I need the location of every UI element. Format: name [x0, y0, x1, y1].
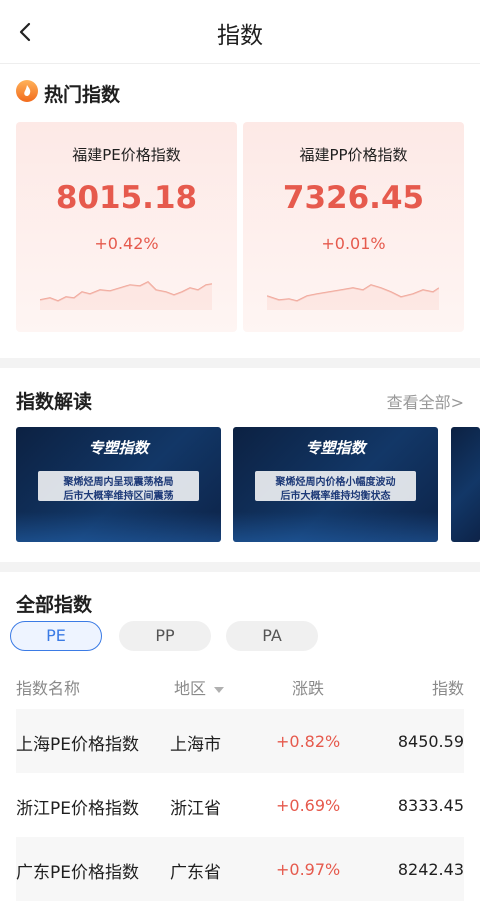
table-row[interactable]: 广东PE价格指数 广东省 +0.97% 8242.43 [16, 837, 464, 901]
column-header-value: 指数 [431, 679, 464, 698]
row-name: 广东PE价格指数 [16, 863, 139, 883]
row-change: +0.82% [276, 732, 341, 751]
analysis-banner[interactable]: 专塑指数 聚烯烃周内价格小幅度波动 后市大概率维持均衡状态 [233, 427, 438, 542]
analysis-banner[interactable]: 专塑指数 聚烯烃周内呈现震荡格局 后市大概率维持区间震荡 [16, 427, 221, 542]
row-name: 浙江PE价格指数 [16, 799, 139, 819]
row-value: 8450.59 [397, 732, 464, 751]
analysis-banner-partial[interactable] [451, 427, 480, 542]
row-region: 浙江省 [170, 799, 221, 819]
row-region: 上海市 [170, 735, 221, 755]
column-header-name: 指数名称 [16, 679, 81, 698]
region-label: 地区 [174, 679, 207, 698]
view-all-link[interactable]: 查看全部> [387, 389, 464, 413]
row-value: 8242.43 [397, 860, 464, 879]
section-divider [0, 358, 480, 368]
card-value: 8015.18 [55, 180, 198, 216]
hot-index-card[interactable]: 福建PE价格指数 8015.18 +0.42% [16, 122, 237, 332]
row-value: 8333.45 [397, 796, 464, 815]
section-divider [0, 562, 480, 572]
reading-section-title: 指数解读 [16, 391, 93, 413]
column-header-change: 涨跌 [292, 679, 325, 698]
banner-line: 后市大概率维持均衡状态 [280, 491, 391, 502]
card-value: 7326.45 [282, 180, 425, 216]
row-name: 上海PE价格指数 [16, 735, 139, 755]
table-row[interactable]: 上海PE价格指数 上海市 +0.82% 8450.59 [16, 709, 464, 773]
row-region: 广东省 [170, 863, 221, 883]
fire-icon [16, 80, 38, 102]
caret-down-icon [214, 686, 225, 693]
hot-section-title: 热门指数 [44, 84, 121, 106]
sparkline [267, 284, 439, 310]
card-name: 福建PP价格指数 [299, 146, 408, 164]
banner-title: 专塑指数 [88, 439, 149, 457]
banner-title: 专塑指数 [305, 439, 366, 457]
row-change: +0.69% [276, 796, 341, 815]
card-change: +0.42% [94, 234, 159, 253]
top-bar: 指数 [0, 0, 480, 64]
tab-pp[interactable]: PP [119, 621, 211, 651]
hot-index-card[interactable]: 福建PP价格指数 7326.45 +0.01% [243, 122, 464, 332]
page-title: 指数 [217, 23, 263, 49]
tab-pa[interactable]: PA [226, 621, 318, 651]
sparkline [40, 281, 212, 310]
row-change: +0.97% [276, 860, 341, 879]
tab-pe[interactable]: PE [10, 621, 102, 651]
card-name: 福建PE价格指数 [72, 146, 181, 164]
card-change: +0.01% [321, 234, 386, 253]
banner-decoration [16, 512, 221, 542]
banner-line: 后市大概率维持区间震荡 [63, 491, 174, 502]
banner-line: 聚烯烃周内呈现震荡格局 [63, 477, 174, 488]
table-row[interactable]: 浙江PE价格指数 浙江省 +0.69% 8333.45 [16, 773, 464, 837]
banner-decoration [233, 512, 438, 542]
all-section-title: 全部指数 [16, 594, 93, 616]
banner-line: 聚烯烃周内价格小幅度波动 [275, 477, 396, 488]
column-header-region[interactable]: 地区 [174, 675, 225, 699]
